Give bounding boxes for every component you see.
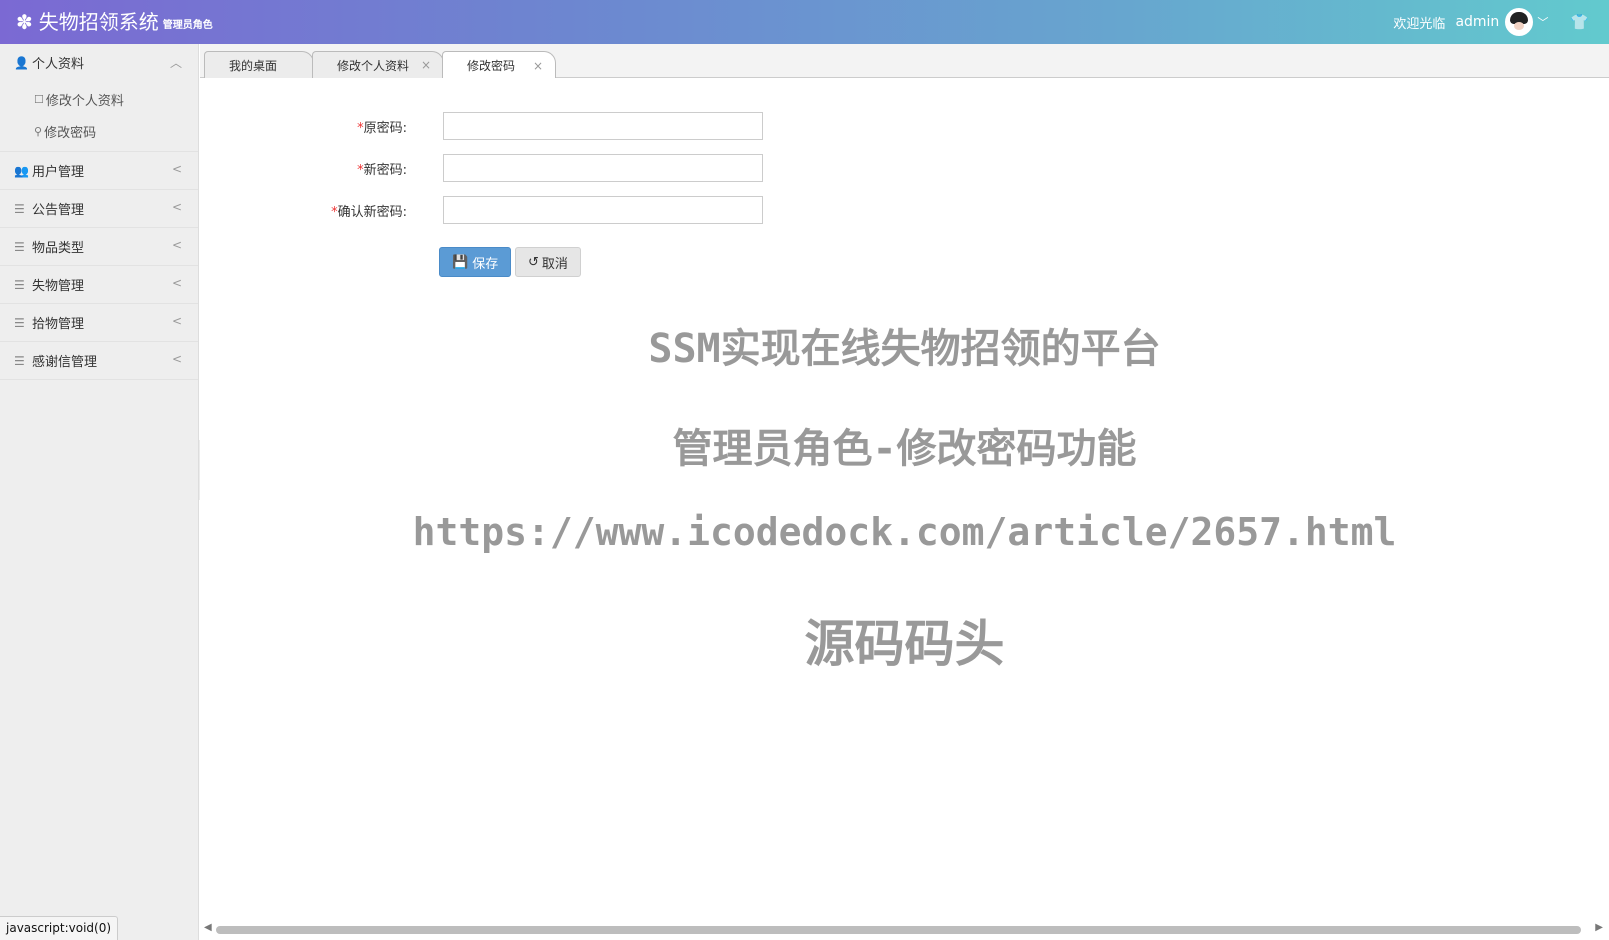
- sidebar-item-label: 个人资料: [32, 57, 85, 72]
- scrollbar-thumb[interactable]: [216, 926, 1581, 934]
- chevron-left-icon: <: [171, 162, 182, 176]
- horizontal-scrollbar[interactable]: ◀ ▶: [200, 918, 1609, 940]
- user-area: 欢迎光临 admin ﹀ 👕: [1393, 0, 1589, 44]
- avatar[interactable]: [1505, 8, 1534, 36]
- old-password-label: *原密码:: [357, 120, 407, 136]
- chevron-left-icon: <: [171, 314, 182, 328]
- menu-group-item-types: ☰ 物品类型 <: [0, 228, 198, 266]
- new-password-label: *新密码:: [357, 162, 407, 178]
- tab-change-password[interactable]: 修改密码 ×: [442, 51, 556, 79]
- users-icon: 👥: [14, 163, 29, 178]
- app-title: 失物招领系统: [38, 10, 159, 34]
- new-password-input[interactable]: [443, 154, 763, 182]
- scroll-right-icon[interactable]: ▶: [1595, 922, 1603, 933]
- list-icon: ☰: [14, 201, 25, 216]
- sidebar-item-label: 修改个人资料: [45, 93, 124, 109]
- menu-group-users: 👥 用户管理 <: [0, 152, 198, 190]
- sidebar-item-label: 公告管理: [32, 203, 85, 218]
- undo-icon: ↺: [528, 254, 539, 270]
- chevron-down-icon[interactable]: ﹀: [1537, 14, 1548, 30]
- form-row-old-password: *原密码:: [200, 112, 763, 140]
- close-icon[interactable]: ×: [421, 58, 431, 72]
- confirm-password-label: *确认新密码:: [331, 204, 407, 220]
- user-icon: 👤: [14, 55, 29, 70]
- role-subtitle: 管理员角色: [162, 20, 213, 31]
- old-password-input[interactable]: [443, 112, 763, 140]
- chevron-left-icon: <: [171, 276, 182, 290]
- sidebar-item-users[interactable]: 👥 用户管理 <: [0, 152, 198, 189]
- list-icon: ☰: [14, 353, 25, 368]
- sidebar-item-label: 修改密码: [44, 125, 97, 141]
- sidebar-item-label: 失物管理: [32, 279, 85, 294]
- confirm-password-input[interactable]: [443, 196, 763, 224]
- form-row-new-password: *新密码:: [200, 154, 763, 182]
- submenu-profile: ☐ 修改个人资料 ⚲ 修改密码: [0, 81, 198, 151]
- sidebar-item-edit-profile[interactable]: ☐ 修改个人资料: [0, 83, 198, 115]
- sidebar-item-found[interactable]: ☰ 拾物管理 <: [0, 304, 198, 341]
- sidebar-item-label: 拾物管理: [32, 317, 85, 332]
- watermark-line-2: 管理员角色-修改密码功能: [672, 426, 1137, 472]
- chevron-left-icon: <: [171, 200, 182, 214]
- welcome-text: 欢迎光临: [1393, 16, 1446, 32]
- cancel-button[interactable]: ↺ 取消: [515, 247, 581, 277]
- tab-label: 我的桌面: [229, 58, 278, 73]
- watermark-line-4: 源码码头: [804, 615, 1005, 673]
- sidebar-item-change-password[interactable]: ⚲ 修改密码: [0, 115, 198, 147]
- save-button[interactable]: 💾 保存: [439, 247, 512, 277]
- status-bar: javascript:void(0): [0, 916, 119, 940]
- logo[interactable]: ✽ 失物招领系统 管理员角色: [16, 11, 213, 33]
- save-icon: 💾: [452, 254, 469, 270]
- scroll-left-icon[interactable]: ◀: [204, 922, 212, 933]
- top-header: ✽ 失物招领系统 管理员角色 欢迎光临 admin ﹀ 👕: [0, 0, 1609, 44]
- sidebar-item-label: 感谢信管理: [32, 355, 98, 370]
- tab-label: 修改个人资料: [337, 58, 410, 73]
- list-icon: ☰: [14, 239, 25, 254]
- list-icon: ☰: [14, 277, 25, 292]
- sidebar: 👤 个人资料 ︿ ☐ 修改个人资料 ⚲ 修改密码 👥 用户管理 < ☰ 公告管理…: [0, 44, 199, 940]
- edit-icon: ☐: [34, 92, 44, 106]
- sidebar-item-lost[interactable]: ☰ 失物管理 <: [0, 266, 198, 303]
- list-icon: ☰: [14, 315, 25, 330]
- key-icon: ⚲: [34, 124, 43, 138]
- sidebar-item-label: 物品类型: [32, 241, 85, 256]
- sidebar-item-label: 用户管理: [32, 165, 85, 180]
- shirt-icon[interactable]: 👕: [1570, 13, 1589, 31]
- chevron-left-icon: <: [171, 352, 182, 366]
- watermark-line-3: https://www.icodedock.com/article/2657.h…: [412, 510, 1397, 554]
- username[interactable]: admin: [1455, 14, 1499, 30]
- tab-edit-profile[interactable]: 修改个人资料 ×: [312, 51, 444, 78]
- sidebar-item-thanks[interactable]: ☰ 感谢信管理 <: [0, 342, 198, 379]
- chevron-left-icon: <: [171, 238, 182, 252]
- main-content: *原密码: *新密码: *确认新密码: 💾 保存 ↺ 取消 SSM实现在线失物招…: [200, 78, 1609, 918]
- menu-group-found: ☰ 拾物管理 <: [0, 304, 198, 342]
- sidebar-item-profile[interactable]: 👤 个人资料 ︿: [0, 44, 198, 81]
- form-row-confirm-password: *确认新密码:: [200, 196, 763, 224]
- menu-group-thanks: ☰ 感谢信管理 <: [0, 342, 198, 380]
- menu-group-lost: ☰ 失物管理 <: [0, 266, 198, 304]
- gear-icon: ✽: [16, 10, 33, 34]
- tab-bar: 我的桌面 修改个人资料 × 修改密码 ×: [200, 44, 1609, 79]
- watermark-line-1: SSM实现在线失物招领的平台: [648, 326, 1161, 372]
- menu-group-profile: 👤 个人资料 ︿ ☐ 修改个人资料 ⚲ 修改密码: [0, 44, 198, 152]
- tab-my-desktop[interactable]: 我的桌面: [204, 51, 314, 78]
- close-icon[interactable]: ×: [533, 59, 543, 73]
- chevron-up-icon: ︿: [169, 56, 182, 70]
- menu-group-notices: ☰ 公告管理 <: [0, 190, 198, 228]
- tab-label: 修改密码: [467, 59, 516, 73]
- sidebar-item-item-types[interactable]: ☰ 物品类型 <: [0, 228, 198, 265]
- sidebar-item-notices[interactable]: ☰ 公告管理 <: [0, 190, 198, 227]
